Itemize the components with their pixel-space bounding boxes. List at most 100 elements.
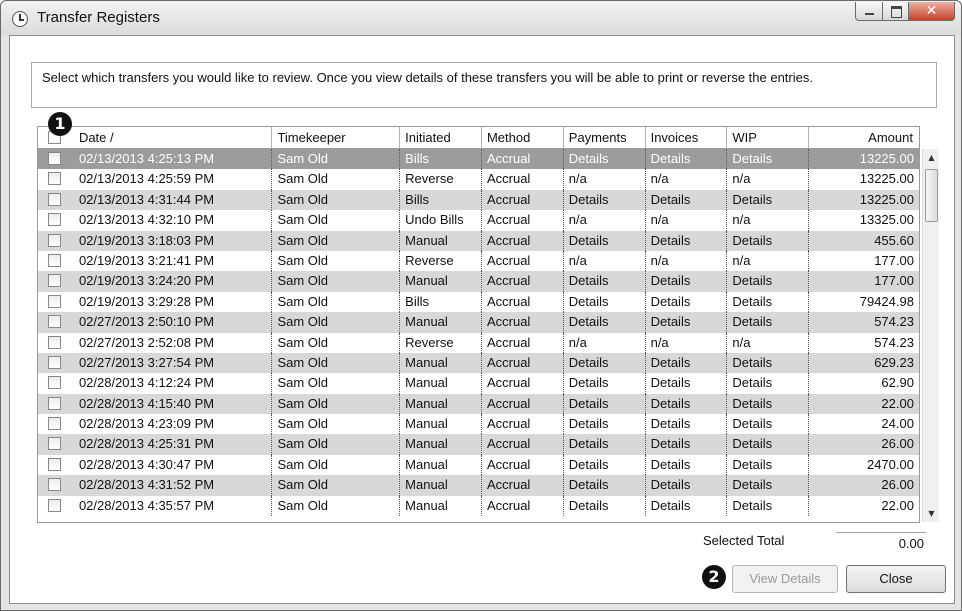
view-details-button[interactable]: View Details <box>732 565 838 593</box>
table-row[interactable]: 02/28/2013 4:12:24 PM Sam Old Manual Accrua… <box>38 373 919 394</box>
cell-wip[interactable]: Details <box>727 475 810 496</box>
cell-amount: 177.00 <box>874 252 914 268</box>
maximize-button[interactable] <box>883 2 909 21</box>
cell-payments[interactable]: Details <box>564 475 646 496</box>
row-checkbox[interactable] <box>48 253 61 267</box>
table-row[interactable]: 02/13/2013 4:25:13 PM Sam Old Bills Accrual… <box>38 149 919 170</box>
cell-wip[interactable]: Details <box>727 393 810 415</box>
cell-date: 02/13/2013 4:31:44 PM <box>74 189 273 211</box>
close-window-button[interactable]: ✕ <box>909 2 955 21</box>
cell-payments[interactable]: Details <box>564 414 646 435</box>
cell-invoices[interactable]: Details <box>646 495 728 517</box>
row-checkbox[interactable] <box>48 152 61 165</box>
cell-wip[interactable]: Details <box>727 312 810 333</box>
cell-payments[interactable]: Details <box>564 454 646 476</box>
row-checkbox[interactable] <box>48 294 61 308</box>
row-checkbox[interactable] <box>48 498 61 512</box>
grid-scrollbar[interactable]: ▲ ▼ <box>922 149 939 522</box>
column-header-initiated[interactable]: Initiated <box>400 127 482 149</box>
row-checkbox[interactable] <box>48 233 61 247</box>
cell-date: 02/28/2013 4:15:40 PM <box>74 393 273 415</box>
table-row[interactable]: 02/19/2013 3:24:20 PM Sam Old Manual Accrua… <box>38 271 919 292</box>
cell-payments[interactable]: Details <box>564 271 646 292</box>
cell-payments[interactable]: Details <box>564 373 646 394</box>
cell-invoices[interactable]: Details <box>646 454 728 476</box>
cell-invoices[interactable]: Details <box>646 414 728 435</box>
table-row[interactable]: 02/13/2013 4:32:10 PM Sam Old Undo Bills Ac… <box>38 210 919 231</box>
table-row[interactable]: 02/19/2013 3:29:28 PM Sam Old Bills Accrual… <box>38 291 919 313</box>
scroll-down-arrow-icon[interactable]: ▼ <box>923 505 940 522</box>
cell-wip: n/a <box>727 250 810 272</box>
cell-invoices[interactable]: Details <box>646 149 728 170</box>
column-header-timekeeper[interactable]: Timekeeper <box>272 127 401 149</box>
cell-wip[interactable]: Details <box>727 352 810 374</box>
cell-invoices[interactable]: Details <box>646 373 728 394</box>
cell-payments[interactable]: Details <box>564 189 646 211</box>
table-row[interactable]: 02/27/2013 3:27:54 PM Sam Old Manual Accrua… <box>38 352 919 374</box>
column-header-wip[interactable]: WIP <box>727 127 810 149</box>
column-header-amount[interactable]: Amount <box>809 127 919 149</box>
table-row[interactable]: 02/13/2013 4:25:59 PM Sam Old Reverse Accru… <box>38 169 919 190</box>
table-row[interactable]: 02/28/2013 4:31:52 PM Sam Old Manual Accrua… <box>38 475 919 496</box>
cell-invoices[interactable]: Details <box>646 393 728 415</box>
cell-wip[interactable]: Details <box>727 291 810 313</box>
cell-payments[interactable]: Details <box>564 393 646 415</box>
row-checkbox[interactable] <box>48 315 61 329</box>
column-header-invoices[interactable]: Invoices <box>646 127 728 149</box>
cell-payments[interactable]: Details <box>564 312 646 333</box>
title-bar[interactable]: Transfer Registers ✕ <box>1 1 961 35</box>
column-header-date[interactable]: Date / <box>74 127 273 149</box>
table-row[interactable]: 02/28/2013 4:15:40 PM Sam Old Manual Accrua… <box>38 393 919 415</box>
cell-payments[interactable]: Details <box>564 291 646 313</box>
cell-payments[interactable]: Details <box>564 149 646 170</box>
table-row[interactable]: 02/28/2013 4:25:31 PM Sam Old Manual Accrua… <box>38 434 919 455</box>
table-row[interactable]: 02/28/2013 4:30:47 PM Sam Old Manual Accrua… <box>38 454 919 476</box>
row-checkbox[interactable] <box>48 355 61 369</box>
cell-wip[interactable]: Details <box>727 271 810 292</box>
cell-invoices[interactable]: Details <box>646 230 728 251</box>
cell-invoices[interactable]: Details <box>646 312 728 333</box>
cell-payments[interactable]: Details <box>564 352 646 374</box>
column-header-payments[interactable]: Payments <box>564 127 646 149</box>
table-row[interactable]: 02/19/2013 3:21:41 PM Sam Old Reverse Accru… <box>38 250 919 272</box>
row-checkbox[interactable] <box>48 417 61 431</box>
cell-payments[interactable]: Details <box>564 230 646 251</box>
table-row[interactable]: 02/19/2013 3:18:03 PM Sam Old Manual Accrua… <box>38 230 919 251</box>
row-checkbox[interactable] <box>48 335 61 349</box>
cell-invoices[interactable]: Details <box>646 291 728 313</box>
row-checkbox[interactable] <box>48 478 61 492</box>
row-checkbox[interactable] <box>48 376 61 390</box>
minimize-button[interactable] <box>855 2 883 21</box>
cell-invoices[interactable]: Details <box>646 189 728 211</box>
scroll-up-arrow-icon[interactable]: ▲ <box>923 149 940 166</box>
row-checkbox[interactable] <box>48 172 61 186</box>
table-row[interactable]: 02/28/2013 4:35:57 PM Sam Old Manual Accrua… <box>38 495 919 517</box>
row-checkbox[interactable] <box>48 457 61 471</box>
cell-invoices[interactable]: Details <box>646 352 728 374</box>
cell-wip[interactable]: Details <box>727 230 810 251</box>
row-checkbox[interactable] <box>48 437 61 451</box>
row-checkbox[interactable] <box>48 396 61 410</box>
cell-wip[interactable]: Details <box>727 149 810 170</box>
cell-invoices[interactable]: Details <box>646 434 728 455</box>
cell-invoices[interactable]: Details <box>646 271 728 292</box>
row-checkbox[interactable] <box>48 192 61 206</box>
cell-wip[interactable]: Details <box>727 454 810 476</box>
cell-payments[interactable]: Details <box>564 434 646 455</box>
table-row[interactable]: 02/27/2013 2:52:08 PM Sam Old Reverse Accru… <box>38 332 919 353</box>
cell-wip[interactable]: Details <box>727 373 810 394</box>
cell-wip[interactable]: Details <box>727 495 810 517</box>
scrollbar-thumb[interactable] <box>925 169 938 222</box>
cell-wip[interactable]: Details <box>727 414 810 435</box>
cell-invoices[interactable]: Details <box>646 475 728 496</box>
cell-wip[interactable]: Details <box>727 434 810 455</box>
cell-wip[interactable]: Details <box>727 189 810 211</box>
table-row[interactable]: 02/13/2013 4:31:44 PM Sam Old Bills Accrual… <box>38 189 919 211</box>
close-button[interactable]: Close <box>846 565 946 593</box>
cell-payments[interactable]: Details <box>564 495 646 517</box>
column-header-method[interactable]: Method <box>482 127 564 149</box>
table-row[interactable]: 02/28/2013 4:23:09 PM Sam Old Manual Accrua… <box>38 414 919 435</box>
table-row[interactable]: 02/27/2013 2:50:10 PM Sam Old Manual Accrua… <box>38 312 919 333</box>
row-checkbox[interactable] <box>48 274 61 288</box>
row-checkbox[interactable] <box>48 213 61 227</box>
